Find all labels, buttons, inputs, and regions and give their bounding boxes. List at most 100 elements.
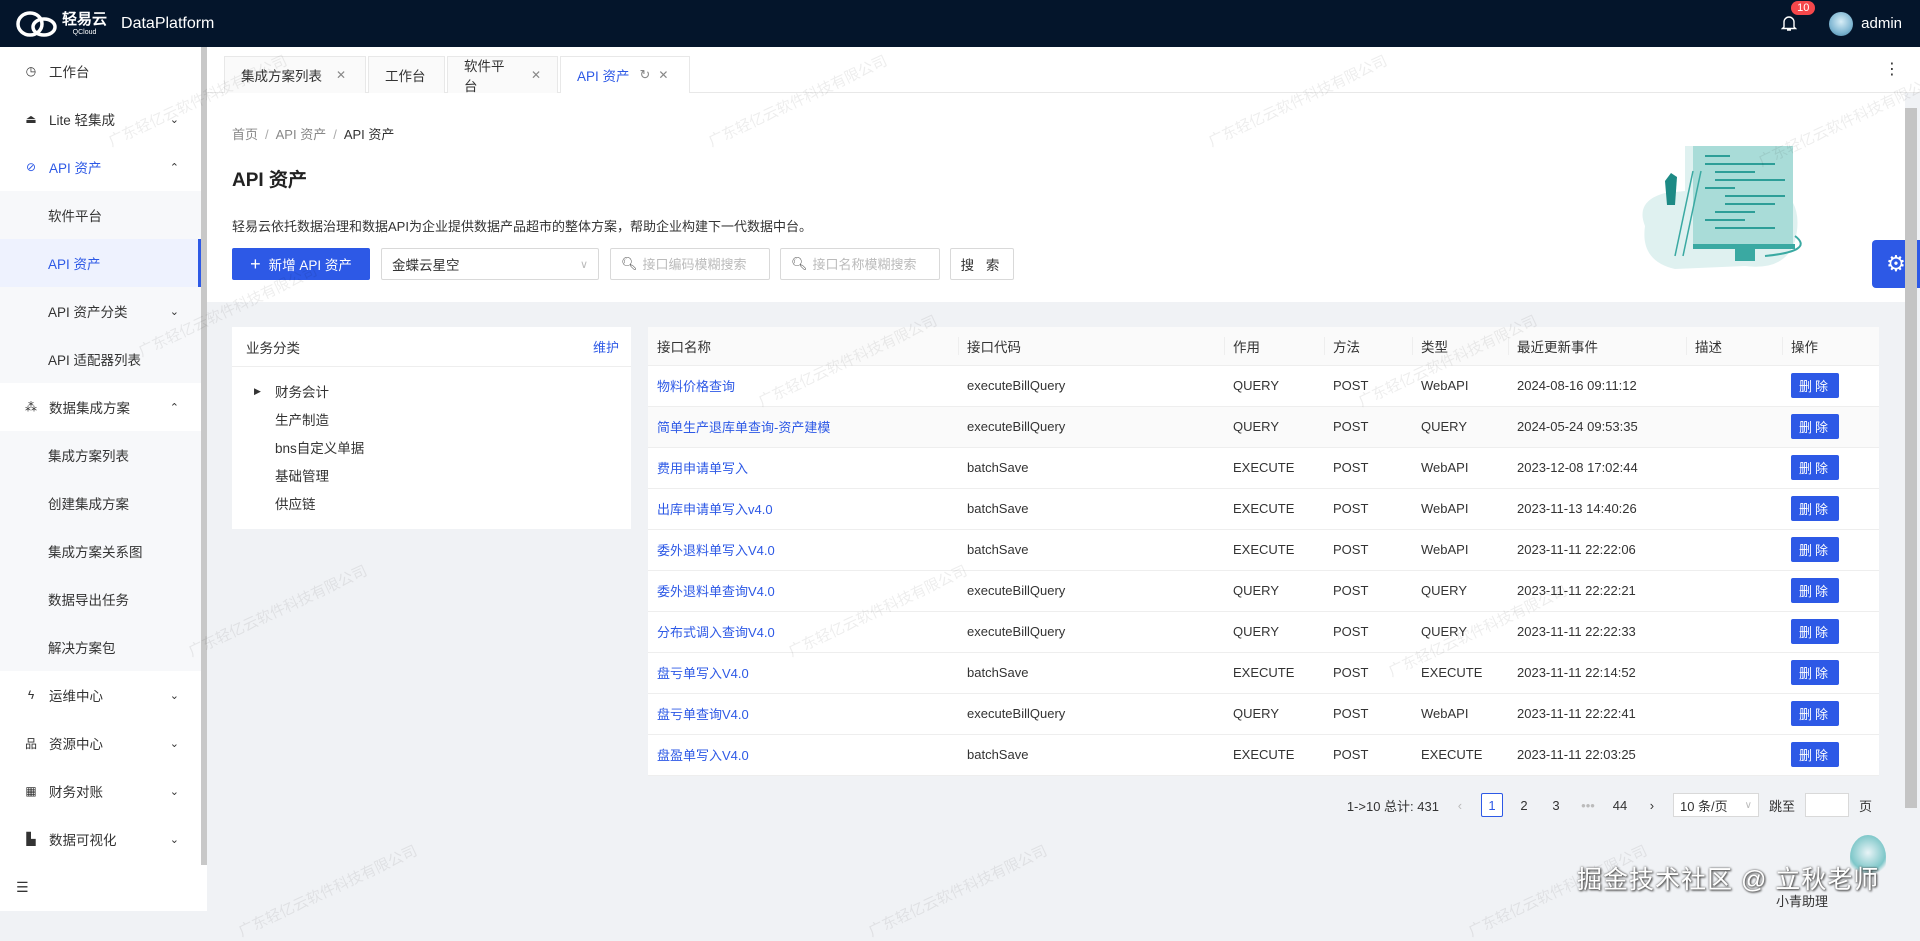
table-cell: POST [1324, 488, 1412, 530]
sidebar-item[interactable]: ◷ 工作台 [0, 47, 201, 95]
tree-node[interactable]: ▶ 财务会计 [232, 377, 631, 405]
table-cell: executeBillQuery [958, 406, 1224, 448]
sidebar-item[interactable]: 数据导出任务 [0, 575, 201, 623]
api-name-link[interactable]: 委外退料单查询V4.0 [648, 570, 958, 612]
page-44[interactable]: 44 [1609, 793, 1631, 817]
chevron-down-icon[interactable]: ⌄ [170, 785, 179, 798]
caret-right-icon[interactable]: ▶ [254, 386, 261, 397]
search-button[interactable]: 搜 索 [950, 248, 1014, 280]
table-cell: POST [1324, 406, 1412, 448]
api-name-link[interactable]: 盘亏单写入V4.0 [648, 652, 958, 694]
add-api-asset-button[interactable]: + 新增 API 资产 [232, 248, 370, 280]
tree-node[interactable]: bns自定义单据 [232, 433, 631, 461]
sidebar-item[interactable]: 创建集成方案 [0, 479, 201, 527]
delete-button[interactable]: 删除 [1791, 619, 1840, 644]
api-name-link[interactable]: 物料价格查询 [648, 365, 958, 407]
sidebar: ◷ 工作台 ⏏ Lite 轻集成 ⌄ ⊘ API 资产 ⌃ 软件平台 API 资产 API 资产分类… [0, 47, 207, 911]
table-cell: POST [1324, 365, 1412, 407]
chevron-up-icon[interactable]: ⌃ [170, 161, 179, 174]
delete-button[interactable]: 删除 [1791, 578, 1840, 603]
delete-button[interactable]: 删除 [1791, 537, 1840, 562]
tree-node[interactable]: 生产制造 [232, 405, 631, 433]
page-3[interactable]: 3 [1545, 793, 1567, 817]
close-icon[interactable]: ✕ [658, 68, 668, 82]
page-ellipsis[interactable]: ••• [1577, 793, 1599, 817]
chevron-down-icon[interactable]: ⌄ [170, 689, 179, 702]
sidebar-item[interactable]: ▙ 数据可视化 ⌄ [0, 815, 201, 863]
table-cell: batchSave [958, 734, 1224, 776]
tab-workbench[interactable]: 工作台 [368, 56, 445, 93]
jump-page-input[interactable] [1804, 793, 1849, 817]
name-search-field[interactable] [812, 256, 933, 272]
sidebar-item[interactable]: API 资产 [0, 239, 201, 287]
sidebar-item[interactable]: 集成方案关系图 [0, 527, 201, 575]
api-name-link[interactable]: 委外退料单写入V4.0 [648, 529, 958, 571]
page-1[interactable]: 1 [1480, 793, 1503, 817]
sidebar-item[interactable]: 集成方案列表 [0, 431, 201, 479]
chevron-down-icon[interactable]: ⌄ [170, 305, 179, 318]
sidebar-item[interactable]: 品资源中心 ⌄ [0, 719, 201, 767]
delete-button[interactable]: 删除 [1791, 660, 1840, 685]
api-name-link[interactable]: 分布式调入查询V4.0 [648, 611, 958, 653]
api-name-link[interactable]: 出库申请单写入v4.0 [648, 488, 958, 530]
breadcrumb-home[interactable]: 首页 [232, 127, 258, 142]
pagination-summary: 1->10 总计: 431 [1346, 798, 1439, 814]
more-icon[interactable]: ⋮ [1884, 59, 1900, 79]
chevron-up-icon[interactable]: ⌃ [170, 401, 179, 414]
user-name[interactable]: admin [1861, 15, 1902, 32]
tree-node-label: bns自定义单据 [275, 441, 365, 456]
tree-node[interactable]: 基础管理 [232, 461, 631, 489]
delete-button[interactable]: 删除 [1791, 414, 1840, 439]
maintain-link[interactable]: 维护 [593, 337, 619, 356]
sidebar-item[interactable]: API 资产分类 ⌄ [0, 287, 201, 335]
page-title: API 资产 [232, 170, 307, 191]
code-search-input[interactable]: 🔍︎ [610, 248, 770, 280]
tab-software-platform[interactable]: 软件平台 ✕ [447, 56, 558, 94]
sidebar-item[interactable]: 软件平台 [0, 191, 201, 239]
notifications-button[interactable]: 10 [1780, 0, 1816, 34]
tree-node[interactable]: 供应链 [232, 489, 631, 517]
chevron-down-icon[interactable]: ⌄ [170, 113, 179, 126]
delete-button[interactable]: 删除 [1791, 373, 1840, 398]
page-scrollbar[interactable] [1905, 108, 1917, 808]
close-icon[interactable]: ✕ [336, 68, 346, 82]
assistant-label[interactable]: 小青助理 [1776, 891, 1828, 910]
api-name-link[interactable]: 盘盈单写入V4.0 [648, 734, 958, 776]
column-header: 接口代码 [958, 327, 1224, 366]
tab-api-assets[interactable]: API 资产 ↻ ✕ [560, 56, 690, 93]
chevron-down-icon[interactable]: ⌄ [170, 737, 179, 750]
table-cell [1686, 693, 1782, 735]
next-page-icon[interactable]: › [1641, 793, 1663, 817]
api-name-link[interactable]: 费用申请单写入 [648, 447, 958, 489]
name-search-input[interactable]: 🔍︎ [780, 248, 940, 280]
logo[interactable]: 轻易云 QCloud [14, 9, 107, 39]
avatar[interactable] [1829, 11, 1854, 36]
chevron-down-icon[interactable]: ⌄ [170, 833, 179, 846]
actions-cell: 删除 [1782, 447, 1879, 489]
delete-button[interactable]: 删除 [1791, 455, 1840, 480]
sidebar-item[interactable]: 解决方案包 [0, 623, 201, 671]
breadcrumb-api-assets[interactable]: API 资产 [276, 127, 327, 142]
delete-button[interactable]: 删除 [1791, 496, 1840, 521]
refresh-icon[interactable]: ↻ [640, 67, 651, 83]
sidebar-item[interactable]: ⊘ API 资产 ⌃ [0, 143, 201, 191]
api-name-link[interactable]: 简单生产退库单查询-资产建模 [648, 406, 958, 448]
prev-page-icon[interactable]: ‹ [1449, 793, 1471, 817]
page-2[interactable]: 2 [1513, 793, 1535, 817]
sidebar-item[interactable]: ⏏ Lite 轻集成 ⌄ [0, 95, 201, 143]
collapse-menu-icon[interactable]: ☰ [16, 879, 29, 896]
sidebar-item[interactable]: API 适配器列表 [0, 335, 201, 383]
tab-integration-list[interactable]: 集成方案列表 ✕ [224, 56, 366, 93]
table-row: 委外退料单查询V4.0 executeBillQuery QUERY POST QUER… [648, 570, 1879, 612]
platform-select[interactable]: 金蝶云星空 ∨ [381, 248, 599, 280]
logo-name: 轻易云 [62, 10, 108, 28]
sidebar-item[interactable]: ⁂ 数据集成方案 ⌃ [0, 383, 201, 431]
delete-button[interactable]: 删除 [1791, 701, 1840, 726]
sidebar-item[interactable]: ▦ 财务对账 ⌄ [0, 767, 201, 815]
api-name-link[interactable]: 盘亏单查询V4.0 [648, 693, 958, 735]
close-icon[interactable]: ✕ [531, 68, 541, 82]
page-size-select[interactable]: 10 条/页 ∨ [1672, 793, 1759, 817]
delete-button[interactable]: 删除 [1791, 742, 1840, 767]
code-search-field[interactable] [642, 256, 763, 272]
sidebar-item[interactable]: ϟ 运维中心 ⌄ [0, 671, 201, 719]
